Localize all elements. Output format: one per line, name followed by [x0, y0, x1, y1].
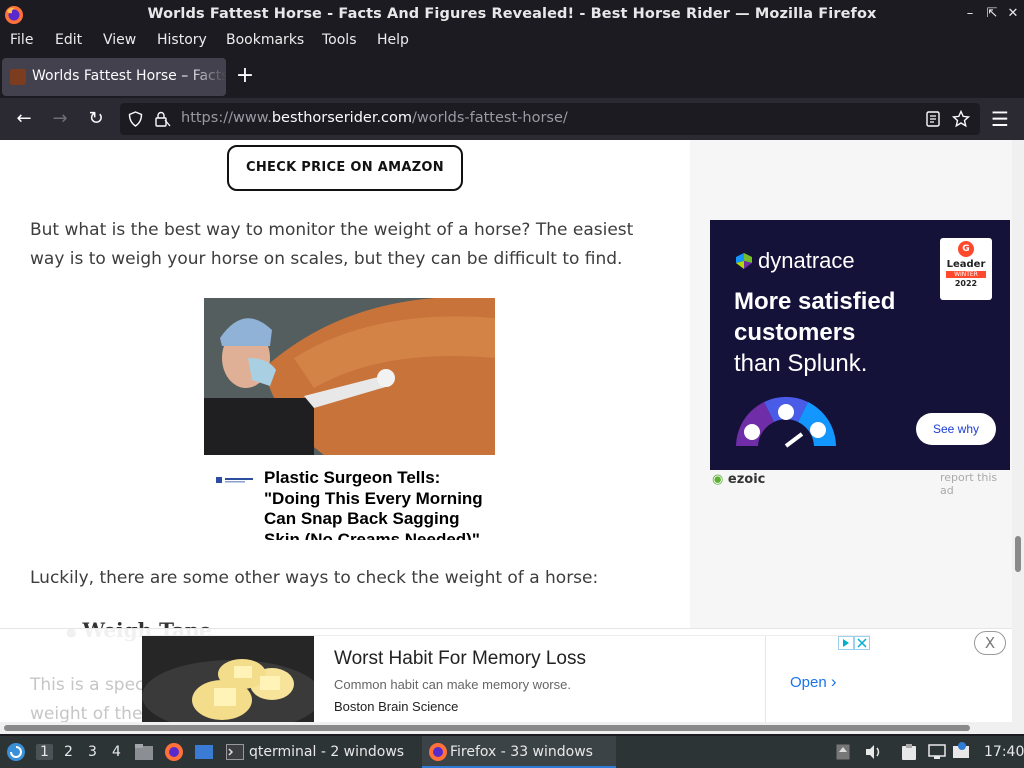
- firefox-launcher-icon[interactable]: [164, 742, 184, 762]
- menubar: File Edit View History Bookmarks Tools H…: [0, 30, 1024, 54]
- back-arrow-icon[interactable]: ←: [12, 107, 36, 131]
- native-ad[interactable]: Plastic Surgeon Tells: "Doing This Every…: [204, 298, 495, 540]
- sticky-ad-card[interactable]: Worst Habit For Memory Loss Common habit…: [142, 635, 870, 722]
- native-ad-headline[interactable]: Plastic Surgeon Tells: "Doing This Every…: [264, 468, 492, 540]
- menu-help[interactable]: Help: [377, 32, 409, 48]
- url-bar[interactable]: https://www.besthorserider.com/worlds-fa…: [120, 103, 980, 135]
- sticky-ad-source: Boston Brain Science: [334, 699, 459, 714]
- firefox-icon: [429, 743, 447, 761]
- clipboard-icon[interactable]: [900, 743, 918, 761]
- new-tab-button[interactable]: +: [234, 65, 256, 88]
- sticky-ad-title[interactable]: Worst Habit For Memory Loss: [334, 648, 586, 670]
- adchoices-icon[interactable]: [838, 636, 870, 650]
- g2-leader-badge: G Leader WINTER 2022: [940, 238, 992, 300]
- notification-icon[interactable]: [952, 742, 970, 760]
- horizontal-scrollbar[interactable]: [0, 722, 1012, 734]
- menu-view[interactable]: View: [103, 32, 136, 48]
- maximize-button[interactable]: ⇱: [983, 5, 1001, 23]
- tab-strip: Worlds Fattest Horse – Facts +: [0, 56, 1024, 98]
- lock-icon[interactable]: [153, 110, 171, 128]
- satisfaction-gauge-icon: [736, 396, 836, 448]
- article-paragraph-obscured: This is a spec weight of the: [30, 675, 145, 722]
- window-title: Worlds Fattest Horse - Facts And Figures…: [147, 6, 877, 22]
- bookmark-star-icon[interactable]: [952, 110, 970, 128]
- ad-surgeon-image[interactable]: [204, 298, 495, 455]
- volume-icon[interactable]: [864, 744, 882, 760]
- dynatrace-logo-icon: [736, 253, 752, 269]
- sticky-ad-close-button[interactable]: X: [974, 631, 1006, 655]
- horizontal-scroll-thumb[interactable]: [4, 725, 970, 731]
- sticky-ad-description: Common habit can make memory worse.: [334, 677, 571, 692]
- horse-favicon-icon: [10, 69, 26, 85]
- forward-arrow-icon[interactable]: →: [48, 107, 72, 131]
- reload-icon[interactable]: ↻: [84, 107, 108, 131]
- menu-edit[interactable]: Edit: [55, 32, 82, 48]
- window-titlebar: Worlds Fattest Horse - Facts And Figures…: [0, 0, 1024, 30]
- workspace-4[interactable]: 4: [112, 744, 121, 760]
- check-price-amazon-button[interactable]: CHECK PRICE ON AMAZON: [227, 145, 463, 191]
- web-page: CHECK PRICE ON AMAZON But what is the be…: [0, 140, 1012, 722]
- vertical-scroll-thumb[interactable]: [1015, 536, 1021, 572]
- menu-file[interactable]: File: [10, 32, 33, 48]
- workspace-3[interactable]: 3: [88, 744, 97, 760]
- ad-headline-line1: More satisfied: [734, 288, 896, 315]
- article-paragraph: Luckily, there are some other ways to ch…: [30, 568, 599, 588]
- workspace-2[interactable]: 2: [64, 744, 73, 760]
- ad-headline-line2: customers: [734, 319, 856, 346]
- vertical-scrollbar[interactable]: [1012, 140, 1024, 734]
- reader-view-icon[interactable]: [926, 111, 940, 127]
- network-icon[interactable]: [928, 744, 946, 760]
- close-window-button[interactable]: ✕: [1004, 5, 1022, 23]
- clock[interactable]: 17:40: [984, 744, 1024, 760]
- sticky-ad-open-button[interactable]: Open ›: [790, 672, 837, 692]
- tray-upload-icon[interactable]: [836, 744, 850, 760]
- dynatrace-ad[interactable]: dynatrace G Leader WINTER 2022 More sati…: [710, 220, 1010, 470]
- hamburger-menu-icon[interactable]: ☰: [988, 107, 1012, 131]
- navigation-bar: ← → ↻ https://www.besthorserider.com/wor…: [0, 98, 1024, 140]
- tab-active[interactable]: Worlds Fattest Horse – Facts: [2, 58, 226, 96]
- start-menu-icon[interactable]: [6, 742, 26, 762]
- menu-tools[interactable]: Tools: [322, 32, 357, 48]
- ad-headline-line3: than Splunk.: [734, 350, 868, 377]
- taskbar-item-qterminal[interactable]: qterminal - 2 windows: [222, 736, 418, 768]
- file-manager-icon[interactable]: [134, 743, 154, 761]
- desktop-icon[interactable]: [194, 744, 214, 760]
- menu-history[interactable]: History: [157, 32, 207, 48]
- see-why-button[interactable]: See why: [916, 413, 996, 445]
- taskbar: 1 2 3 4 qterminal - 2 windows Firefox - …: [0, 736, 1024, 768]
- menu-bookmarks[interactable]: Bookmarks: [226, 32, 304, 48]
- shield-icon[interactable]: [128, 111, 143, 127]
- ad-butter-image[interactable]: [142, 636, 314, 722]
- minimize-button[interactable]: –: [961, 5, 979, 23]
- url-text[interactable]: https://www.besthorserider.com/worlds-fa…: [181, 110, 568, 126]
- sticky-bottom-ad: This is a spec weight of the Worst Habit …: [0, 628, 1012, 722]
- workspace-1[interactable]: 1: [36, 744, 53, 760]
- sponsor-logo-icon: [216, 477, 253, 483]
- ad-brand: dynatrace: [758, 248, 855, 273]
- taskbar-item-firefox[interactable]: Firefox - 33 windows: [422, 736, 616, 768]
- terminal-icon: [226, 744, 244, 760]
- report-ad-link[interactable]: report this ad: [940, 471, 1012, 497]
- ezoic-logo[interactable]: ◉ ezoic: [712, 472, 765, 487]
- article-paragraph: But what is the best way to monitor the …: [30, 220, 634, 269]
